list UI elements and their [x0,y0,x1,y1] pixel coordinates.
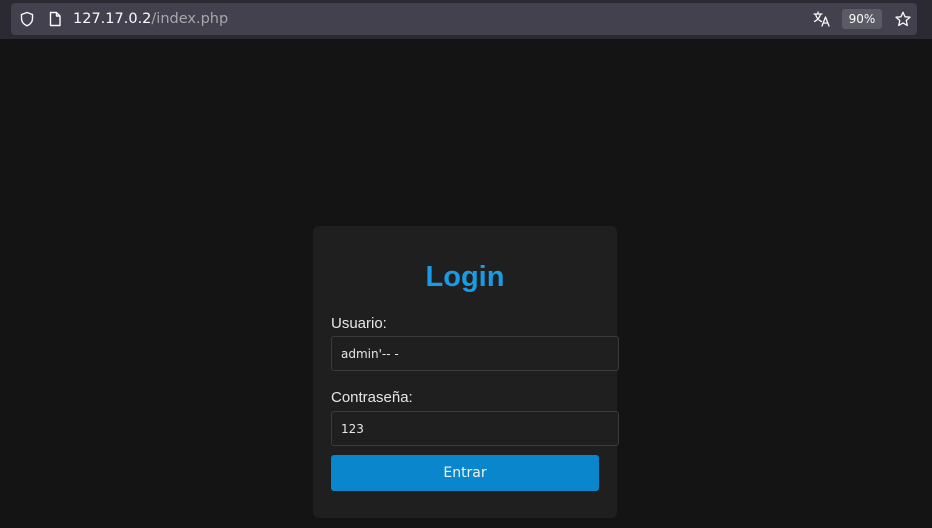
translate-icon[interactable] [813,11,830,27]
username-label: Usuario: [331,315,387,332]
star-icon[interactable] [895,11,911,27]
address-bar[interactable]: 127.17.0.2/index.php 90% [11,3,917,35]
login-submit-button[interactable]: Entrar [331,455,599,491]
browser-toolbar: 127.17.0.2/index.php 90% [0,0,932,39]
url-text[interactable]: 127.17.0.2/index.php [73,10,228,28]
page-content: Login Usuario: Contraseña: Entrar [0,39,932,528]
url-path: /index.php [151,11,229,27]
login-title: Login [425,261,505,293]
zoom-level-badge[interactable]: 90% [842,9,882,29]
login-form: Login Usuario: Contraseña: Entrar [313,226,619,518]
page-icon[interactable] [47,11,63,27]
url-host: 127.17.0.2 [73,11,152,27]
password-label: Contraseña: [331,389,413,406]
username-input[interactable] [331,336,619,371]
password-input[interactable] [331,411,619,446]
shield-icon[interactable] [19,11,35,27]
